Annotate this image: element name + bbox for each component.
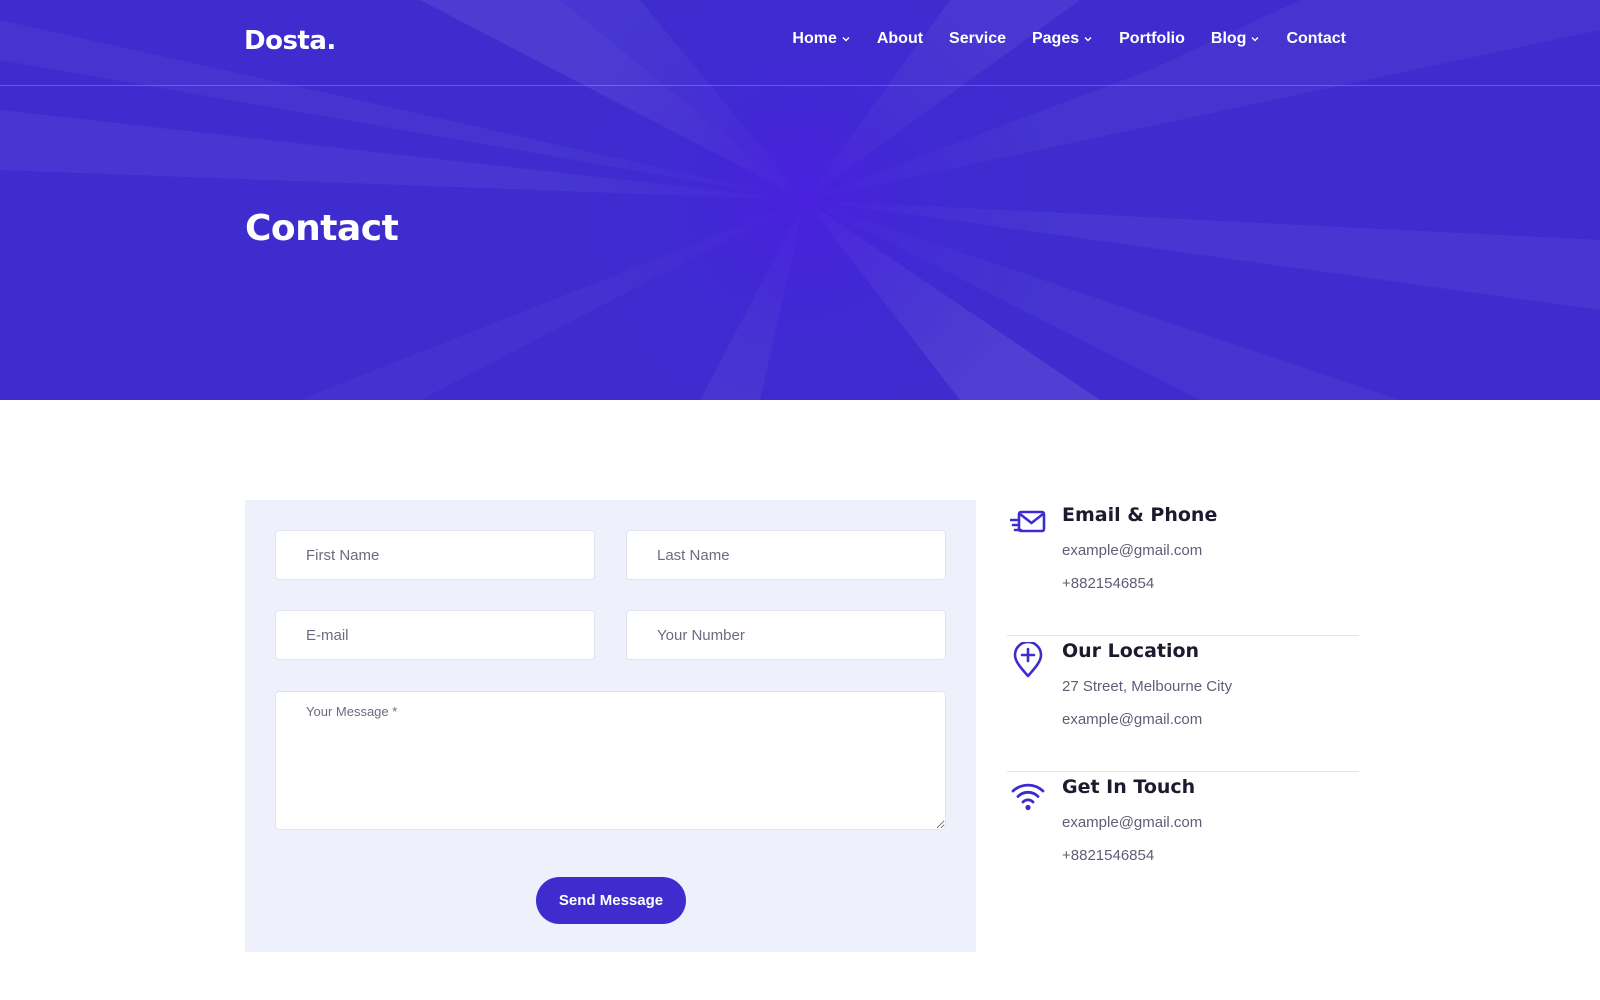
main-nav: Home About Service Pages Portfolio Blog … — [792, 30, 1346, 48]
wifi-icon — [1010, 778, 1046, 814]
send-message-button[interactable]: Send Message — [536, 877, 686, 924]
contact-form: Send Message — [245, 500, 976, 952]
info-email: example@gmail.com — [1062, 542, 1203, 559]
hero-banner: Dosta. Home About Service Pages Portfoli… — [0, 0, 1600, 400]
message-textarea[interactable] — [275, 691, 946, 830]
nav-item-blog[interactable]: Blog — [1211, 30, 1261, 48]
chevron-down-icon — [1083, 34, 1093, 44]
info-email: example@gmail.com — [1062, 711, 1203, 728]
info-phone: +8821546854 — [1062, 847, 1155, 864]
contact-info-list: Email & Phone example@gmail.com +8821546… — [1007, 500, 1359, 908]
location-pin-icon — [1010, 642, 1046, 678]
top-navbar: Dosta. Home About Service Pages Portfoli… — [0, 0, 1600, 86]
contact-info-email-phone: Email & Phone example@gmail.com +8821546… — [1007, 500, 1359, 636]
nav-item-pages[interactable]: Pages — [1032, 30, 1093, 48]
mail-icon — [1010, 506, 1046, 542]
nav-item-label: Service — [949, 30, 1006, 47]
nav-item-label: Contact — [1286, 30, 1346, 47]
info-title: Email & Phone — [1062, 504, 1218, 526]
first-name-input[interactable] — [275, 530, 595, 580]
nav-item-contact[interactable]: Contact — [1286, 30, 1346, 48]
info-phone: +8821546854 — [1062, 575, 1155, 592]
info-email: example@gmail.com — [1062, 814, 1203, 831]
nav-item-service[interactable]: Service — [949, 30, 1006, 48]
nav-item-home[interactable]: Home — [792, 30, 850, 48]
nav-item-portfolio[interactable]: Portfolio — [1119, 30, 1185, 48]
contact-info-location: Our Location 27 Street, Melbourne City e… — [1007, 636, 1359, 772]
info-title: Our Location — [1062, 640, 1200, 662]
email-input[interactable] — [275, 610, 595, 660]
nav-item-label: Portfolio — [1119, 30, 1185, 47]
nav-item-label: Home — [792, 30, 837, 47]
chevron-down-icon — [841, 34, 851, 44]
site-logo[interactable]: Dosta. — [244, 26, 336, 56]
nav-item-label: About — [876, 30, 924, 47]
last-name-input[interactable] — [626, 530, 946, 580]
chevron-down-icon — [1250, 34, 1260, 44]
page-title: Contact — [245, 208, 399, 249]
info-address: 27 Street, Melbourne City — [1062, 678, 1233, 695]
nav-item-label: Pages — [1031, 30, 1080, 47]
contact-info-get-in-touch: Get In Touch example@gmail.com +88215468… — [1007, 772, 1359, 908]
info-title: Get In Touch — [1062, 776, 1196, 798]
nav-item-label: Blog — [1210, 30, 1247, 47]
phone-number-input[interactable] — [626, 610, 946, 660]
nav-item-about[interactable]: About — [877, 30, 923, 48]
